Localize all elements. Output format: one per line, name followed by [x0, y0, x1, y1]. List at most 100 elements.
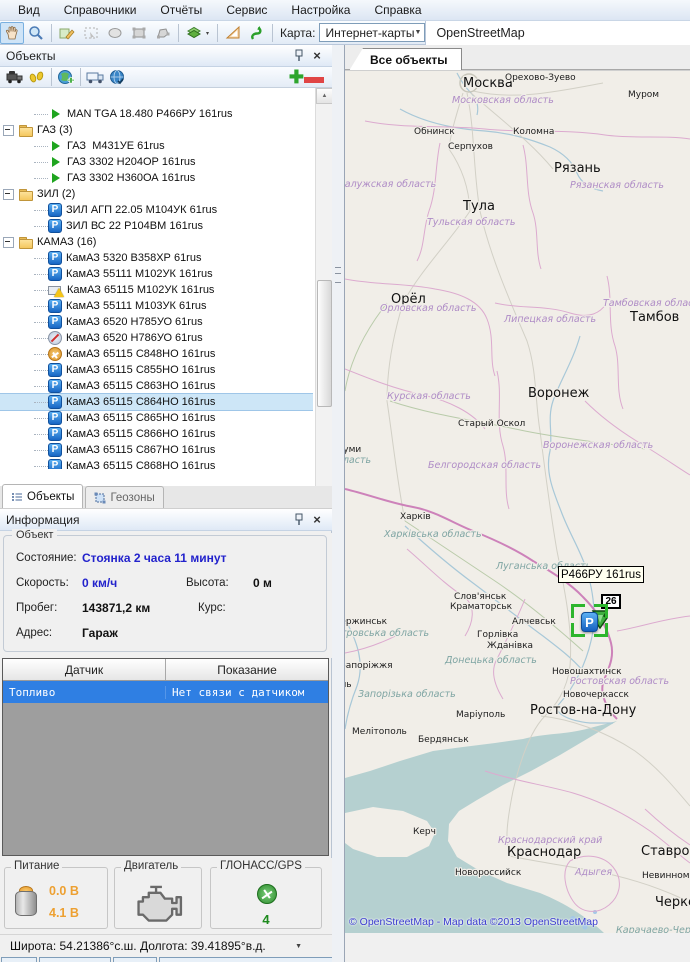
sensors-header-row: ДатчикПоказание: [3, 659, 328, 681]
scroll-up-arrow[interactable]: ▲: [316, 88, 332, 104]
tree-group[interactable]: ГАЗ (3): [0, 122, 313, 138]
panel-tabs: Объекты Геозоны: [0, 486, 332, 509]
vertical-scroll-thumb[interactable]: [317, 280, 332, 407]
tree-item[interactable]: КамАЗ 65115 С868НО 161rus: [0, 458, 313, 469]
remove-object-button[interactable]: ▬: [304, 71, 324, 83]
map-region-label: Тульская область: [427, 217, 516, 228]
tree-item[interactable]: ГАЗ М431УЕ 61rus: [0, 138, 313, 154]
menu-item-0[interactable]: Вид: [6, 1, 52, 19]
show-all-on-map-button[interactable]: [55, 68, 77, 86]
tree-item[interactable]: КамАЗ 5320 В358ХР 61rus: [0, 250, 313, 266]
bottom-strip: [0, 957, 333, 962]
chevron-down-icon: ▼: [415, 29, 422, 36]
vehicle-monitor-button[interactable]: [84, 68, 106, 86]
select-tool-button[interactable]: [79, 22, 103, 44]
tree-group[interactable]: ЗИЛ (2): [0, 186, 313, 202]
status-bar: Широта: 54.21386°с.ш. Долгота: 39.41895°…: [0, 934, 332, 957]
map-bottom-filler: [345, 933, 690, 962]
parked-vehicle-marker[interactable]: P: [581, 612, 598, 632]
sensor-row[interactable]: ТопливоНет связи с датчиком: [3, 681, 328, 703]
expand-collapse-icon[interactable]: [3, 237, 14, 248]
add-object-button[interactable]: ✚: [289, 70, 304, 84]
tree-item[interactable]: КамАЗ 65115 С848НО 161rus: [0, 346, 313, 362]
magnifier-icon: [28, 25, 44, 41]
tree-item[interactable]: КамАЗ 65115 С863НО 161rus: [0, 378, 313, 394]
tree-item[interactable]: ЗИЛ АГП 22.05 М104УК 61rus: [0, 202, 313, 218]
tree-item[interactable]: ГАЗ 3302 Н204ОР 161rus: [0, 154, 313, 170]
map-city-label: Керч: [413, 827, 436, 837]
track-button[interactable]: [26, 68, 48, 86]
map-view[interactable]: МоскваОрехово-ЗуевоМуромМосковская облас…: [345, 70, 690, 934]
power-value-2: 4.1 В: [49, 906, 79, 920]
map-tab-all-objects[interactable]: Все объекты: [349, 48, 462, 71]
chevron-down-icon[interactable]: ▼: [295, 943, 302, 950]
layers-button[interactable]: [182, 22, 214, 44]
map-region-label: Рязанская область: [570, 180, 664, 191]
tree-item[interactable]: КамАЗ 6520 Н785УО 61rus: [0, 314, 313, 330]
tree-item[interactable]: КамАЗ 65115 С865НО 161rus: [0, 410, 313, 426]
route-button[interactable]: [245, 22, 269, 44]
pan-tool-button[interactable]: [0, 22, 24, 44]
tree-item[interactable]: ГАЗ 3302 Н360ОА 161rus: [0, 170, 313, 186]
expand-collapse-icon[interactable]: [3, 125, 14, 136]
ellipse-tool-button[interactable]: [103, 22, 127, 44]
tree-item[interactable]: КамАЗ 65115 С855НО 161rus: [0, 362, 313, 378]
tree-vertical-scrollbar[interactable]: ▲ ▼: [315, 88, 332, 514]
rect-tool-button[interactable]: [127, 22, 151, 44]
map-combo-value: Интернет-карты: [325, 26, 414, 40]
parked-status-icon: [48, 251, 62, 265]
tree-item[interactable]: КамАЗ 65115 С867НО 161rus: [0, 442, 313, 458]
tree-item-label: ЗИЛ АГП 22.05 М104УК 61rus: [66, 204, 217, 216]
map-canvas[interactable]: МоскваОрехово-ЗуевоМуромМосковская облас…: [345, 71, 690, 934]
tree-item-label: ГАЗ (3): [37, 124, 73, 136]
tree-item[interactable]: КамАЗ 65115 С866НО 161rus: [0, 426, 313, 442]
tree-item-label: КамАЗ 65115 С848НО 161rus: [66, 348, 215, 360]
menu-item-2[interactable]: Отчёты: [148, 1, 214, 19]
tree-item[interactable]: MAN TGA 18.480 Р466РУ 161rus: [0, 106, 313, 122]
layers-icon: [185, 25, 211, 41]
close-icon[interactable]: ×: [308, 512, 326, 528]
warning-status-icon: [48, 283, 63, 297]
tree-connector: [34, 210, 48, 211]
tree-connector: [34, 274, 48, 275]
rectangle-icon: [131, 25, 147, 41]
panel-splitter[interactable]: [332, 45, 345, 962]
map-type-combobox[interactable]: Интернет-карты ▼: [319, 23, 425, 42]
tree-connector: [34, 402, 48, 403]
tree-item[interactable]: КамАЗ 65115 М102УК 161rus: [0, 282, 313, 298]
tree-item[interactable]: КамАЗ 55111 М102УК 161rus: [0, 266, 313, 282]
ruler-button[interactable]: [221, 22, 245, 44]
zoom-tool-button[interactable]: [24, 22, 48, 44]
tab-geozones[interactable]: Геозоны: [85, 486, 163, 508]
mileage-value: 143871,2 км: [82, 601, 150, 615]
tree-item[interactable]: КамАЗ 55111 М103УК 61rus: [0, 298, 313, 314]
tab-objects[interactable]: Объекты: [2, 484, 83, 508]
list-icon: [11, 491, 23, 503]
object-groupbox: Объект Состояние: Стоянка 2 часа 11 мину…: [3, 535, 327, 652]
menu-item-1[interactable]: Справочники: [52, 1, 149, 19]
menu-item-3[interactable]: Сервис: [214, 1, 279, 19]
tree-item[interactable]: ЗИЛ ВС 22 Р104ВМ 161rus: [0, 218, 313, 234]
speed-label: Скорость:: [16, 577, 69, 589]
pin-icon[interactable]: [290, 48, 308, 64]
tree-group[interactable]: КАМАЗ (16): [0, 234, 313, 250]
sensors-column-header[interactable]: Датчик: [3, 659, 166, 680]
map-city-label: Запоріжжя: [345, 661, 393, 671]
sensors-column-header[interactable]: Показание: [166, 659, 328, 680]
pin-icon[interactable]: [290, 512, 308, 528]
tree-item[interactable]: КамАЗ 65115 С864НО 161rus: [0, 394, 313, 410]
moving-status-icon: [48, 139, 63, 153]
expand-collapse-icon[interactable]: [3, 189, 14, 200]
polygon-tool-button[interactable]: [151, 22, 175, 44]
menu-item-4[interactable]: Настройка: [279, 1, 362, 19]
tree-item[interactable]: КамАЗ 6520 Н786УО 61rus: [0, 330, 313, 346]
close-icon[interactable]: ×: [308, 48, 326, 64]
find-vehicle-button[interactable]: [4, 68, 26, 86]
online-map-button[interactable]: [106, 68, 128, 86]
menu-item-5[interactable]: Справка: [362, 1, 433, 19]
edit-map-button[interactable]: [55, 22, 79, 44]
tree-connector: [34, 178, 48, 179]
select-rect-icon: [83, 25, 99, 41]
map-city-label: Слов'янськ: [454, 592, 507, 602]
tree-connector: [34, 306, 48, 307]
